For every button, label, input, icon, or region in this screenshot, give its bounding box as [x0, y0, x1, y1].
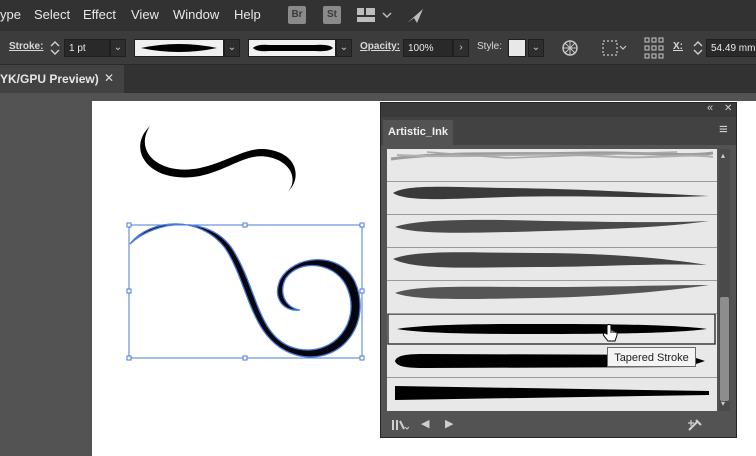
add-to-brushes-icon[interactable] [687, 418, 703, 432]
brush-row-1[interactable] [387, 182, 717, 215]
next-library-icon[interactable]: ▶ [445, 417, 453, 430]
scroll-up-icon[interactable]: ▴ [721, 151, 725, 160]
brush-tooltip: Tapered Stroke [607, 347, 696, 367]
brush-row-7[interactable] [387, 378, 717, 411]
previous-library-icon[interactable]: ◀ [421, 417, 429, 430]
panel-title-bar[interactable]: « ✕ [381, 102, 736, 117]
hand-cursor-icon [602, 324, 618, 342]
brush-row-4[interactable] [387, 281, 717, 314]
upper-tapered-curve [140, 126, 296, 193]
tab-artistic-ink[interactable]: Artistic_Ink [383, 120, 453, 145]
panel-collapse-icon[interactable]: « [707, 102, 713, 114]
brush-list-scrollbar[interactable]: ▴ ▾ [719, 149, 730, 411]
brush-libraries-menu-icon[interactable] [391, 418, 409, 432]
panel-menu-icon[interactable]: ≡ [719, 121, 728, 138]
brush-row-2[interactable] [387, 215, 717, 248]
scroll-down-icon[interactable]: ▾ [721, 399, 725, 408]
brushes-panel: « ✕ Artistic_Ink ≡ ▴ ▾ ◀ ▶ [380, 102, 737, 438]
brush-list [387, 149, 717, 411]
panel-close-icon[interactable]: ✕ [724, 103, 732, 114]
brush-row-5-selected[interactable] [387, 314, 717, 347]
brush-row-3[interactable] [387, 248, 717, 281]
scroll-thumb[interactable] [720, 297, 729, 401]
brush-row-0[interactable] [387, 149, 717, 182]
panel-tab-row: Artistic_Ink ≡ [381, 117, 736, 145]
panel-footer: ◀ ▶ [381, 413, 736, 437]
selected-spiral-stroke [129, 223, 361, 358]
